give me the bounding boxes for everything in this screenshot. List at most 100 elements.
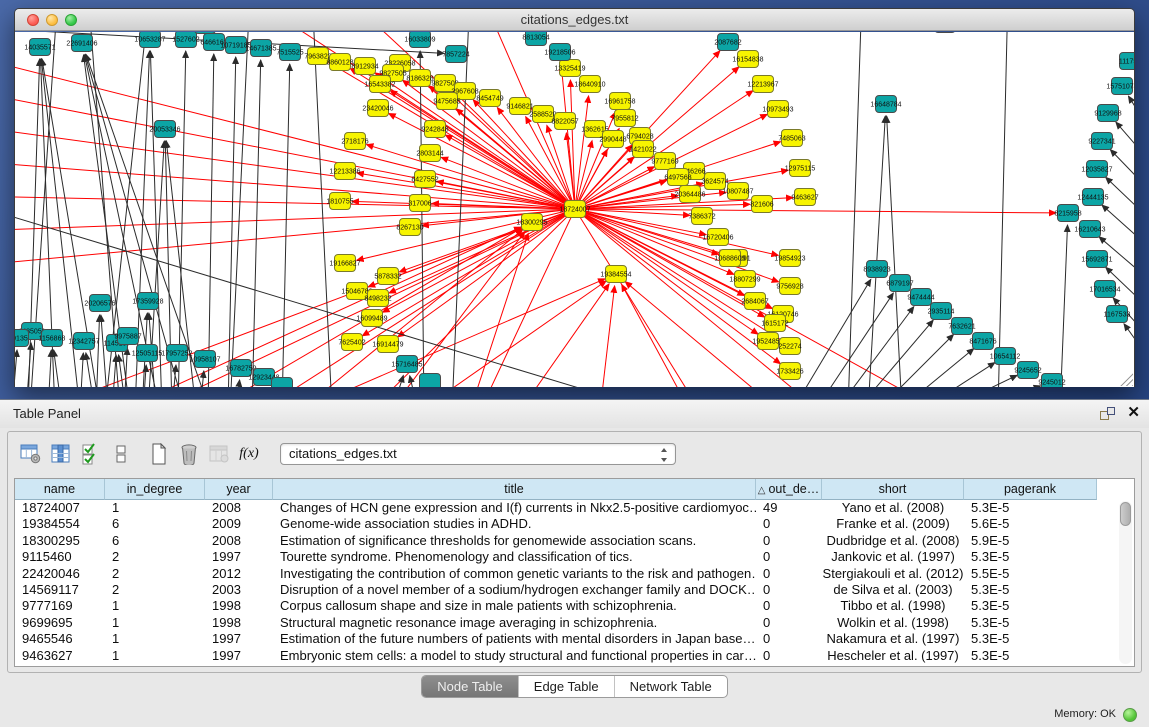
column-header-name[interactable]: name — [15, 479, 105, 500]
graph-node[interactable] — [420, 374, 441, 388]
cell-title[interactable]: Corpus callosum shape and size in male p… — [273, 598, 756, 614]
tab-edge-table[interactable]: Edge Table — [518, 676, 614, 697]
cell-year[interactable]: 2003 — [205, 582, 273, 598]
cell-year[interactable]: 1998 — [205, 615, 273, 631]
cell-year[interactable]: 2012 — [205, 566, 273, 582]
cell-out_degree[interactable]: 0 — [756, 598, 822, 614]
cell-out_degree[interactable]: 0 — [756, 566, 822, 582]
select-all-columns-icon[interactable] — [76, 440, 106, 468]
graph-node[interactable] — [935, 32, 956, 33]
cell-year[interactable]: 2009 — [205, 516, 273, 532]
cell-pagerank[interactable]: 5.3E-5 — [964, 648, 1097, 664]
cell-name[interactable]: 18724007 — [15, 500, 105, 516]
window-titlebar[interactable]: citations_edges.txt — [15, 9, 1134, 31]
cell-short[interactable]: de Silva et al. (2003) — [822, 582, 964, 598]
network-canvas[interactable]: 1872400779638228860128891293423226058982… — [15, 32, 1134, 387]
cell-in_degree[interactable]: 1 — [105, 615, 205, 631]
cell-short[interactable]: Yano et al. (2008) — [822, 500, 964, 516]
float-panel-icon[interactable] — [1100, 407, 1115, 421]
cell-year[interactable]: 1997 — [205, 549, 273, 565]
cell-in_degree[interactable]: 1 — [105, 598, 205, 614]
table-row[interactable]: 969969511998Structural magnetic resonanc… — [15, 615, 1134, 631]
table-row[interactable]: 1456911722003Disruption of a novel membe… — [15, 582, 1134, 598]
cell-short[interactable]: Dudbridge et al. (2008) — [822, 533, 964, 549]
cell-out_degree[interactable]: 0 — [756, 648, 822, 664]
table-vertical-scrollbar[interactable] — [1119, 501, 1132, 664]
show-column-icon[interactable] — [46, 440, 76, 468]
cell-title[interactable]: Disruption of a novel member of a sodium… — [273, 582, 756, 598]
graph-node[interactable] — [272, 378, 293, 388]
cell-short[interactable]: Stergiakouli et al. (2012) — [822, 566, 964, 582]
table-selector-dropdown[interactable]: citations_edges.txt — [280, 443, 676, 465]
table-row[interactable]: 2242004622012Investigating the contribut… — [15, 566, 1134, 582]
cell-year[interactable]: 2008 — [205, 500, 273, 516]
import-table-icon[interactable] — [204, 440, 234, 468]
cell-in_degree[interactable]: 1 — [105, 648, 205, 664]
cell-name[interactable]: 18300295 — [15, 533, 105, 549]
column-header-pagerank[interactable]: pagerank — [964, 479, 1097, 500]
cell-pagerank[interactable]: 5.3E-5 — [964, 631, 1097, 647]
cell-in_degree[interactable]: 2 — [105, 582, 205, 598]
table-row[interactable]: 911546021997Tourette syndrome. Phenomeno… — [15, 549, 1134, 565]
cell-pagerank[interactable]: 5.3E-5 — [964, 582, 1097, 598]
column-header-short[interactable]: short — [822, 479, 964, 500]
table-row[interactable]: 946362711997Embryonic stem cells: a mode… — [15, 648, 1134, 664]
cell-name[interactable]: 9777169 — [15, 598, 105, 614]
memory-status-indicator[interactable] — [1123, 708, 1137, 722]
cell-name[interactable]: 22420046 — [15, 566, 105, 582]
table-panel-header[interactable]: Table Panel ✕ — [0, 400, 1149, 428]
column-header-in_degree[interactable]: in_degree — [105, 479, 205, 500]
new-table-icon[interactable] — [144, 440, 174, 468]
cell-year[interactable]: 1997 — [205, 648, 273, 664]
cell-name[interactable]: 9699695 — [15, 615, 105, 631]
cell-short[interactable]: Franke et al. (2009) — [822, 516, 964, 532]
cell-pagerank[interactable]: 5.3E-5 — [964, 500, 1097, 516]
citation-network-graph[interactable]: 1872400779638228860128891293423226058982… — [15, 32, 1134, 387]
cell-year[interactable]: 1997 — [205, 631, 273, 647]
cell-pagerank[interactable]: 5.3E-5 — [964, 615, 1097, 631]
cell-in_degree[interactable]: 2 — [105, 549, 205, 565]
close-panel-icon[interactable]: ✕ — [1127, 404, 1140, 422]
cell-out_degree[interactable]: 0 — [756, 549, 822, 565]
cell-pagerank[interactable]: 5.5E-5 — [964, 566, 1097, 582]
cell-name[interactable]: 9465546 — [15, 631, 105, 647]
cell-pagerank[interactable]: 5.9E-5 — [964, 533, 1097, 549]
cell-short[interactable]: Nakamura et al. (1997) — [822, 631, 964, 647]
cell-short[interactable]: Hescheler et al. (1997) — [822, 648, 964, 664]
cell-in_degree[interactable]: 1 — [105, 500, 205, 516]
table-settings-icon[interactable] — [16, 440, 46, 468]
cell-out_degree[interactable]: 0 — [756, 582, 822, 598]
column-header-out_de[interactable]: △out_de… — [756, 479, 822, 500]
column-header-year[interactable]: year — [205, 479, 273, 500]
cell-year[interactable]: 1998 — [205, 598, 273, 614]
function-builder-icon[interactable]: f(x) — [234, 440, 264, 468]
cell-name[interactable]: 9463627 — [15, 648, 105, 664]
cell-in_degree[interactable]: 6 — [105, 533, 205, 549]
table-row[interactable]: 946554611997Estimation of the future num… — [15, 631, 1134, 647]
zoom-window-button[interactable] — [65, 14, 77, 26]
close-window-button[interactable] — [27, 14, 39, 26]
cell-name[interactable]: 9115460 — [15, 549, 105, 565]
delete-table-icon[interactable] — [174, 440, 204, 468]
cell-out_degree[interactable]: 0 — [756, 615, 822, 631]
table-row[interactable]: 1938455462009Genome-wide association stu… — [15, 516, 1134, 532]
cell-title[interactable]: Changes of HCN gene expression and I(f) … — [273, 500, 756, 516]
cell-out_degree[interactable]: 0 — [756, 533, 822, 549]
cell-pagerank[interactable]: 5.3E-5 — [964, 598, 1097, 614]
rows-icon[interactable] — [106, 440, 136, 468]
cell-short[interactable]: Jankovic et al. (1997) — [822, 549, 964, 565]
cell-name[interactable]: 14569117 — [15, 582, 105, 598]
cell-out_degree[interactable]: 0 — [756, 516, 822, 532]
minimize-window-button[interactable] — [46, 14, 58, 26]
tab-node-table[interactable]: Node Table — [422, 676, 518, 697]
cell-short[interactable]: Tibbo et al. (1998) — [822, 598, 964, 614]
cell-title[interactable]: Estimation of the future numbers of pati… — [273, 631, 756, 647]
graph-node[interactable] — [195, 32, 216, 34]
table-row[interactable]: 1830029562008Estimation of significance … — [15, 533, 1134, 549]
cell-pagerank[interactable]: 5.3E-5 — [964, 549, 1097, 565]
cell-in_degree[interactable]: 6 — [105, 516, 205, 532]
table-row[interactable]: 977716911998Corpus callosum shape and si… — [15, 598, 1134, 614]
cell-out_degree[interactable]: 0 — [756, 631, 822, 647]
cell-in_degree[interactable]: 1 — [105, 631, 205, 647]
cell-short[interactable]: Wolkin et al. (1998) — [822, 615, 964, 631]
